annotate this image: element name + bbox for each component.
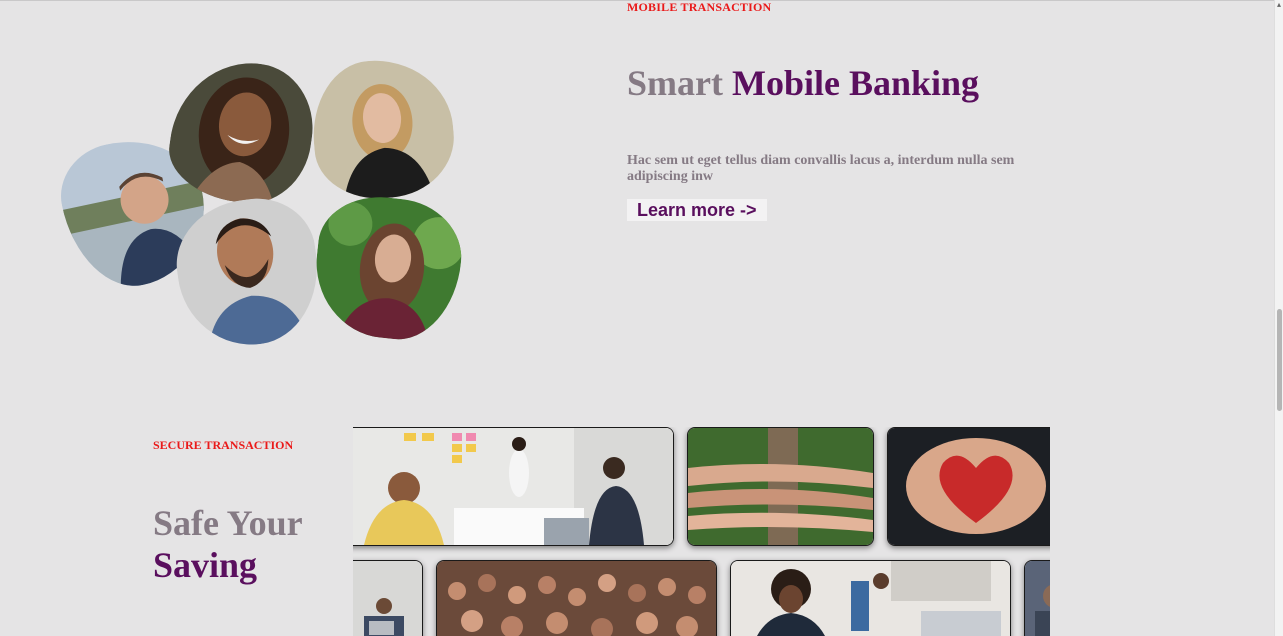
page: MOBILE TRANSACTION Smart Mobile Banking … xyxy=(0,0,1283,636)
scroll-up-icon[interactable]: ▴ xyxy=(1275,0,1283,10)
mobile-description: Hac sem ut eget tellus diam convallis la… xyxy=(627,153,1015,184)
scrollbar[interactable]: ▴ xyxy=(1274,0,1283,636)
secure-title-dark: Saving xyxy=(153,545,258,585)
secure-title-light: Safe Your xyxy=(153,503,303,543)
team-laptops-photo xyxy=(730,560,1011,636)
painted-hands-heart-photo xyxy=(887,427,1050,546)
office-workers-photo xyxy=(353,560,423,636)
woman-forest-photo xyxy=(309,190,467,346)
crowd-concert-photo xyxy=(436,560,717,636)
partial-photo xyxy=(1024,560,1050,636)
learn-more-button[interactable]: Learn more -> xyxy=(627,199,767,221)
mobile-title-light: Smart xyxy=(627,63,723,103)
mobile-title: Smart Mobile Banking xyxy=(627,62,979,104)
scroll-thumb[interactable] xyxy=(1277,309,1282,411)
office-meeting-photo xyxy=(353,427,674,546)
hands-on-log-photo xyxy=(687,427,874,546)
secure-eyebrow: SECURE TRANSACTION xyxy=(153,438,294,452)
mobile-title-dark: Mobile Banking xyxy=(731,63,980,103)
photo-gallery xyxy=(353,427,1050,636)
woman-blonde-photo xyxy=(307,54,459,204)
secure-title: Safe Your Saving xyxy=(153,502,303,586)
mobile-eyebrow: MOBILE TRANSACTION xyxy=(627,0,772,14)
